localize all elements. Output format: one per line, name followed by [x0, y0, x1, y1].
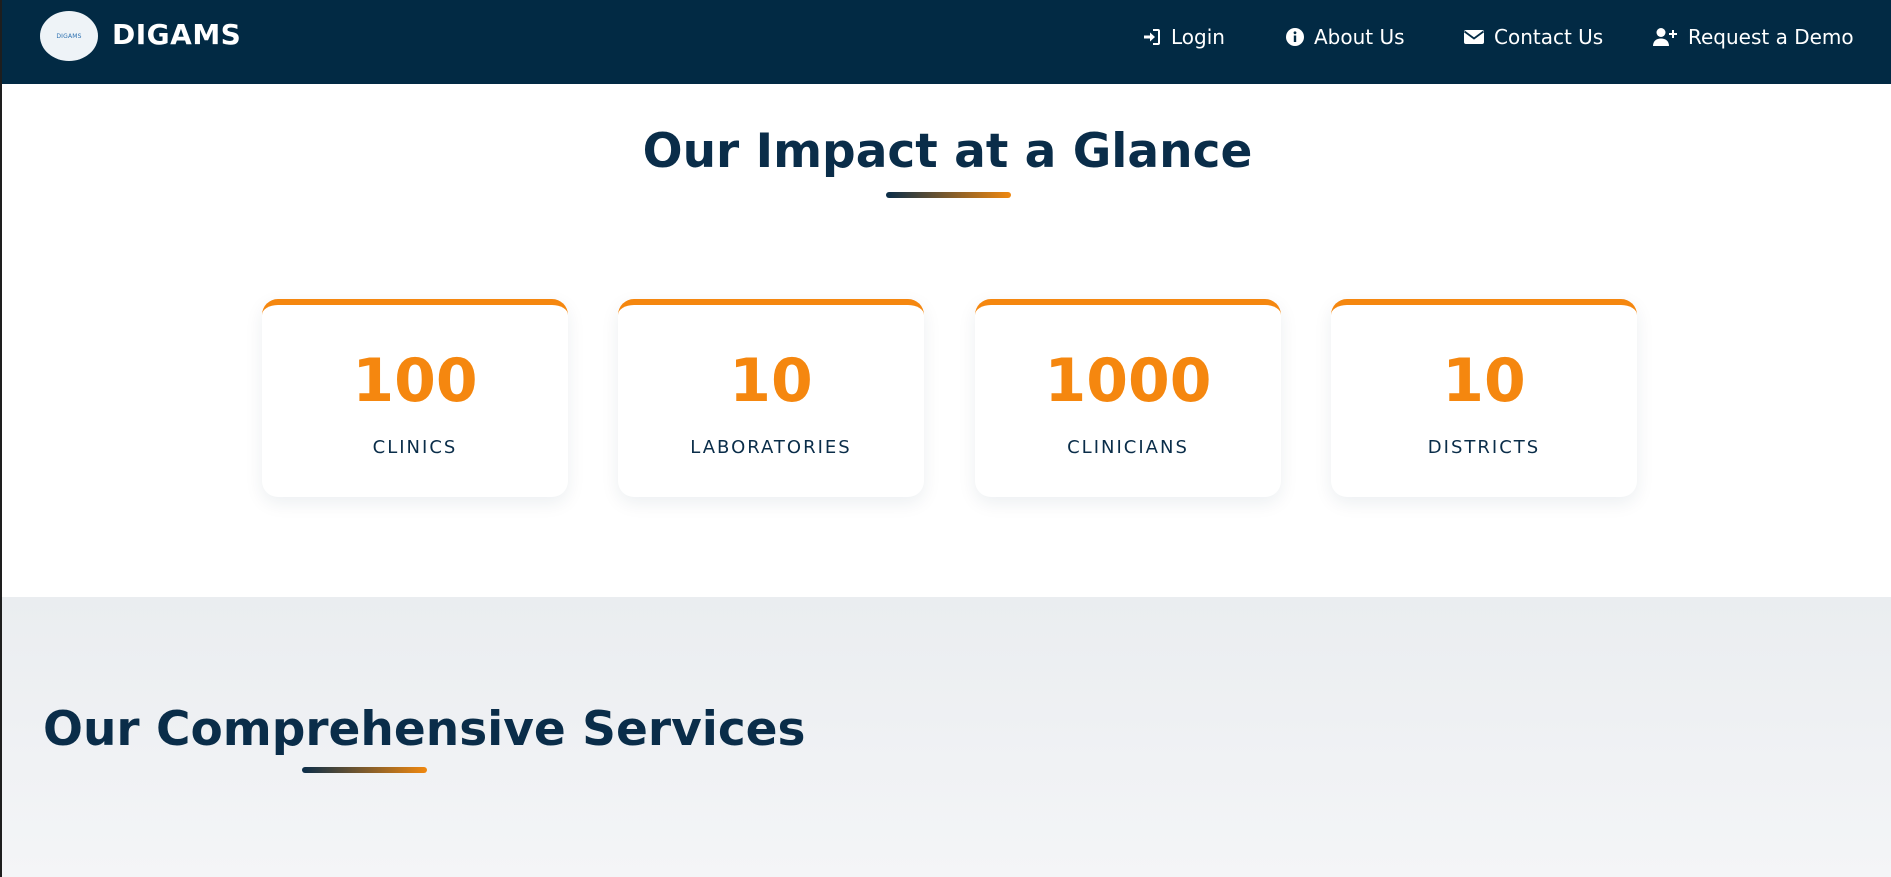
stat-card-laboratories: 10 LABORATORIES — [618, 299, 924, 497]
services-title-underline — [302, 767, 427, 773]
info-circle-icon — [1286, 28, 1304, 46]
nav-about-link[interactable]: About Us — [1285, 22, 1405, 52]
nav-demo-link[interactable]: Request a Demo — [1653, 22, 1854, 52]
stat-label: CLINICIANS — [1067, 437, 1189, 458]
stat-value: 100 — [352, 346, 478, 416]
nav-contact-link[interactable]: Contact Us — [1463, 22, 1603, 52]
stat-value: 1000 — [1044, 346, 1212, 416]
services-section-title: Our Comprehensive Services — [43, 702, 806, 757]
nav-about-label: About Us — [1314, 25, 1405, 49]
user-plus-icon — [1653, 28, 1677, 46]
top-navbar: DIGAMS DIGAMS Login About Us Contact Us — [2, 0, 1891, 84]
nav-login-label: Login — [1171, 25, 1225, 49]
brand-name[interactable]: DIGAMS — [112, 18, 241, 51]
stat-value: 10 — [729, 346, 813, 416]
stat-label: LABORATORIES — [690, 437, 852, 458]
stat-value: 10 — [1442, 346, 1526, 416]
impact-title-underline — [886, 192, 1011, 198]
nav-contact-label: Contact Us — [1494, 25, 1604, 49]
logo-text: DIGAMS — [56, 32, 82, 40]
stat-card-clinics: 100 CLINICS — [262, 299, 568, 497]
nav-login-link[interactable]: Login — [1142, 22, 1225, 52]
nav-demo-label: Request a Demo — [1688, 25, 1854, 49]
envelope-icon — [1463, 30, 1485, 44]
impact-section-title: Our Impact at a Glance — [642, 124, 1253, 179]
stat-card-districts: 10 DISTRICTS — [1331, 299, 1637, 497]
brand-logo[interactable]: DIGAMS — [40, 11, 98, 61]
stat-label: CLINICS — [372, 437, 458, 458]
stat-label: DISTRICTS — [1427, 437, 1541, 458]
stat-card-clinicians: 1000 CLINICIANS — [975, 299, 1281, 497]
sign-in-icon — [1144, 29, 1160, 45]
